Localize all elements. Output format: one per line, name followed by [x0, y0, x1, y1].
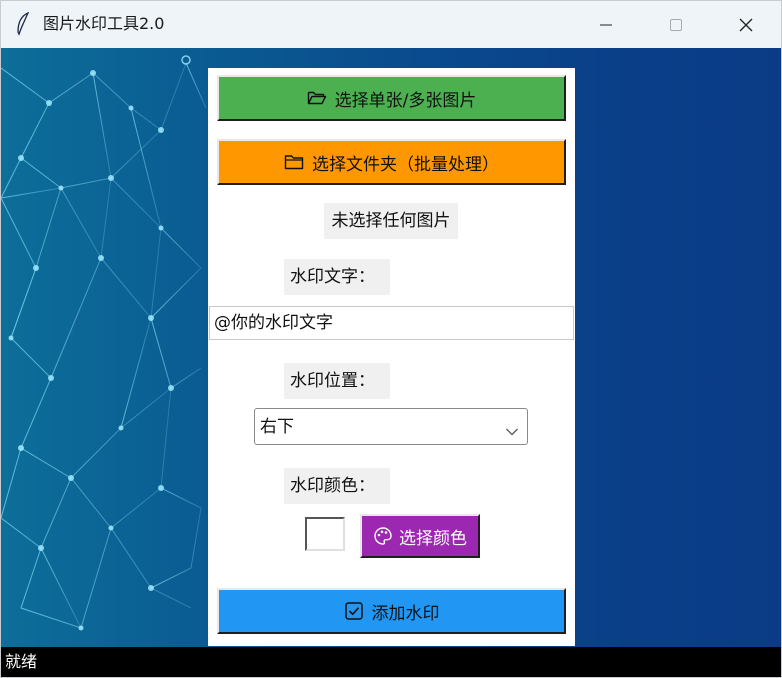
window-title: 图片水印工具2.0: [43, 14, 165, 33]
add-watermark-button[interactable]: 添加水印: [217, 588, 566, 634]
status-text: 就绪: [5, 652, 38, 671]
minimize-button[interactable]: [571, 1, 641, 48]
chevron-down-icon: [505, 422, 519, 442]
watermark-text-input[interactable]: @你的水印文字: [209, 306, 574, 340]
feather-icon: [15, 11, 31, 36]
select-images-button[interactable]: 选择单张/多张图片: [217, 75, 566, 121]
watermark-position-label: 水印位置：: [284, 363, 390, 399]
app-window: 图片水印工具2.0 选择单张/多张图片 选择文件夹（批量处理） 未选择任何图片 …: [0, 0, 782, 678]
status-bar: 就绪: [1, 647, 781, 677]
watermark-text-label: 水印文字：: [284, 259, 390, 295]
select-folder-label: 选择文件夹（批量处理）: [312, 154, 499, 175]
close-button[interactable]: [711, 1, 781, 48]
close-icon: [739, 18, 753, 32]
choose-color-label: 选择颜色: [399, 528, 467, 549]
minimize-icon: [600, 24, 612, 26]
folder-open-icon: [307, 89, 327, 107]
folder-icon: [284, 153, 304, 171]
control-panel: 选择单张/多张图片 选择文件夹（批量处理） 未选择任何图片 水印文字： @你的水…: [208, 68, 575, 646]
watermark-position-select[interactable]: 右下: [254, 408, 528, 445]
file-status-label: 未选择任何图片: [324, 203, 458, 239]
watermark-color-label: 水印颜色：: [284, 468, 390, 504]
select-folder-button[interactable]: 选择文件夹（批量处理）: [217, 139, 566, 185]
choose-color-button[interactable]: 选择颜色: [360, 514, 480, 558]
watermark-position-value: 右下: [260, 417, 294, 437]
palette-icon: [373, 526, 393, 546]
checkbox-checked-icon: [344, 601, 364, 621]
color-preview-swatch: [305, 517, 345, 551]
select-images-label: 选择单张/多张图片: [334, 90, 477, 111]
maximize-icon: [670, 19, 682, 31]
add-watermark-label: 添加水印: [371, 603, 440, 624]
maximize-button[interactable]: [641, 1, 711, 48]
title-bar[interactable]: 图片水印工具2.0: [1, 1, 781, 48]
